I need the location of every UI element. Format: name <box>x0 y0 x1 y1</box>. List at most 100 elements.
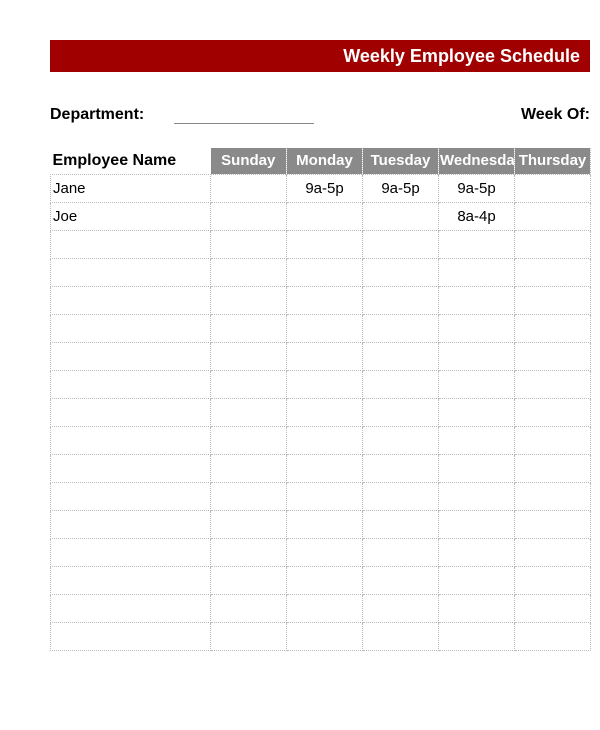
shift-cell[interactable]: 9a-5p <box>363 174 439 202</box>
shift-cell[interactable] <box>363 258 439 286</box>
shift-cell[interactable] <box>439 510 515 538</box>
shift-cell[interactable] <box>515 258 591 286</box>
shift-cell[interactable] <box>515 454 591 482</box>
shift-cell[interactable] <box>439 622 515 650</box>
shift-cell[interactable] <box>439 426 515 454</box>
shift-cell[interactable] <box>439 258 515 286</box>
shift-cell[interactable] <box>211 314 287 342</box>
shift-cell[interactable] <box>363 342 439 370</box>
shift-cell[interactable] <box>363 538 439 566</box>
shift-cell[interactable] <box>211 510 287 538</box>
shift-cell[interactable] <box>287 342 363 370</box>
shift-cell[interactable] <box>287 566 363 594</box>
employee-name-cell[interactable]: Joe <box>51 202 211 230</box>
shift-cell[interactable]: 9a-5p <box>439 174 515 202</box>
shift-cell[interactable] <box>287 398 363 426</box>
shift-cell[interactable] <box>211 370 287 398</box>
shift-cell[interactable] <box>515 174 591 202</box>
shift-cell[interactable] <box>363 398 439 426</box>
shift-cell[interactable] <box>363 594 439 622</box>
employee-name-cell[interactable] <box>51 370 211 398</box>
shift-cell[interactable] <box>515 566 591 594</box>
shift-cell[interactable] <box>439 314 515 342</box>
employee-name-cell[interactable] <box>51 622 211 650</box>
shift-cell[interactable] <box>515 594 591 622</box>
shift-cell[interactable] <box>363 370 439 398</box>
employee-name-cell[interactable] <box>51 594 211 622</box>
shift-cell[interactable] <box>363 510 439 538</box>
shift-cell[interactable] <box>439 286 515 314</box>
shift-cell[interactable] <box>287 314 363 342</box>
shift-cell[interactable] <box>515 538 591 566</box>
shift-cell[interactable] <box>439 538 515 566</box>
shift-cell[interactable] <box>363 426 439 454</box>
shift-cell[interactable] <box>515 510 591 538</box>
shift-cell[interactable] <box>287 426 363 454</box>
shift-cell[interactable] <box>439 566 515 594</box>
employee-name-cell[interactable] <box>51 342 211 370</box>
employee-name-cell[interactable] <box>51 258 211 286</box>
shift-cell[interactable]: 9a-5p <box>287 174 363 202</box>
shift-cell[interactable] <box>211 286 287 314</box>
employee-name-cell[interactable] <box>51 426 211 454</box>
shift-cell[interactable] <box>515 622 591 650</box>
shift-cell[interactable] <box>363 230 439 258</box>
shift-cell[interactable] <box>211 426 287 454</box>
shift-cell[interactable] <box>515 370 591 398</box>
shift-cell[interactable] <box>515 482 591 510</box>
department-value[interactable] <box>174 104 314 124</box>
shift-cell[interactable] <box>211 398 287 426</box>
shift-cell[interactable] <box>515 342 591 370</box>
shift-cell[interactable] <box>287 510 363 538</box>
shift-cell[interactable] <box>287 202 363 230</box>
shift-cell[interactable] <box>287 594 363 622</box>
shift-cell[interactable] <box>211 454 287 482</box>
shift-cell[interactable] <box>363 482 439 510</box>
shift-cell[interactable] <box>515 314 591 342</box>
shift-cell[interactable] <box>439 594 515 622</box>
shift-cell[interactable] <box>287 286 363 314</box>
employee-name-cell[interactable] <box>51 482 211 510</box>
shift-cell[interactable] <box>211 538 287 566</box>
shift-cell[interactable] <box>211 622 287 650</box>
shift-cell[interactable] <box>287 258 363 286</box>
shift-cell[interactable] <box>211 202 287 230</box>
employee-name-cell[interactable]: Jane <box>51 174 211 202</box>
shift-cell[interactable] <box>363 314 439 342</box>
shift-cell[interactable] <box>211 174 287 202</box>
shift-cell[interactable] <box>287 482 363 510</box>
shift-cell[interactable] <box>515 426 591 454</box>
employee-name-cell[interactable] <box>51 566 211 594</box>
shift-cell[interactable] <box>439 342 515 370</box>
shift-cell[interactable] <box>287 230 363 258</box>
shift-cell[interactable] <box>287 538 363 566</box>
shift-cell[interactable] <box>439 454 515 482</box>
employee-name-cell[interactable] <box>51 398 211 426</box>
shift-cell[interactable] <box>211 566 287 594</box>
shift-cell[interactable] <box>363 454 439 482</box>
employee-name-cell[interactable] <box>51 454 211 482</box>
shift-cell[interactable] <box>211 230 287 258</box>
shift-cell[interactable]: 8a-4p <box>439 202 515 230</box>
shift-cell[interactable] <box>439 482 515 510</box>
shift-cell[interactable] <box>515 398 591 426</box>
employee-name-cell[interactable] <box>51 230 211 258</box>
shift-cell[interactable] <box>287 454 363 482</box>
shift-cell[interactable] <box>515 202 591 230</box>
shift-cell[interactable] <box>287 370 363 398</box>
shift-cell[interactable] <box>439 230 515 258</box>
shift-cell[interactable] <box>211 258 287 286</box>
shift-cell[interactable] <box>363 622 439 650</box>
shift-cell[interactable] <box>211 342 287 370</box>
shift-cell[interactable] <box>439 370 515 398</box>
employee-name-cell[interactable] <box>51 286 211 314</box>
employee-name-cell[interactable] <box>51 314 211 342</box>
shift-cell[interactable] <box>515 230 591 258</box>
shift-cell[interactable] <box>363 202 439 230</box>
shift-cell[interactable] <box>515 286 591 314</box>
shift-cell[interactable] <box>363 286 439 314</box>
shift-cell[interactable] <box>211 482 287 510</box>
shift-cell[interactable] <box>287 622 363 650</box>
shift-cell[interactable] <box>363 566 439 594</box>
employee-name-cell[interactable] <box>51 538 211 566</box>
